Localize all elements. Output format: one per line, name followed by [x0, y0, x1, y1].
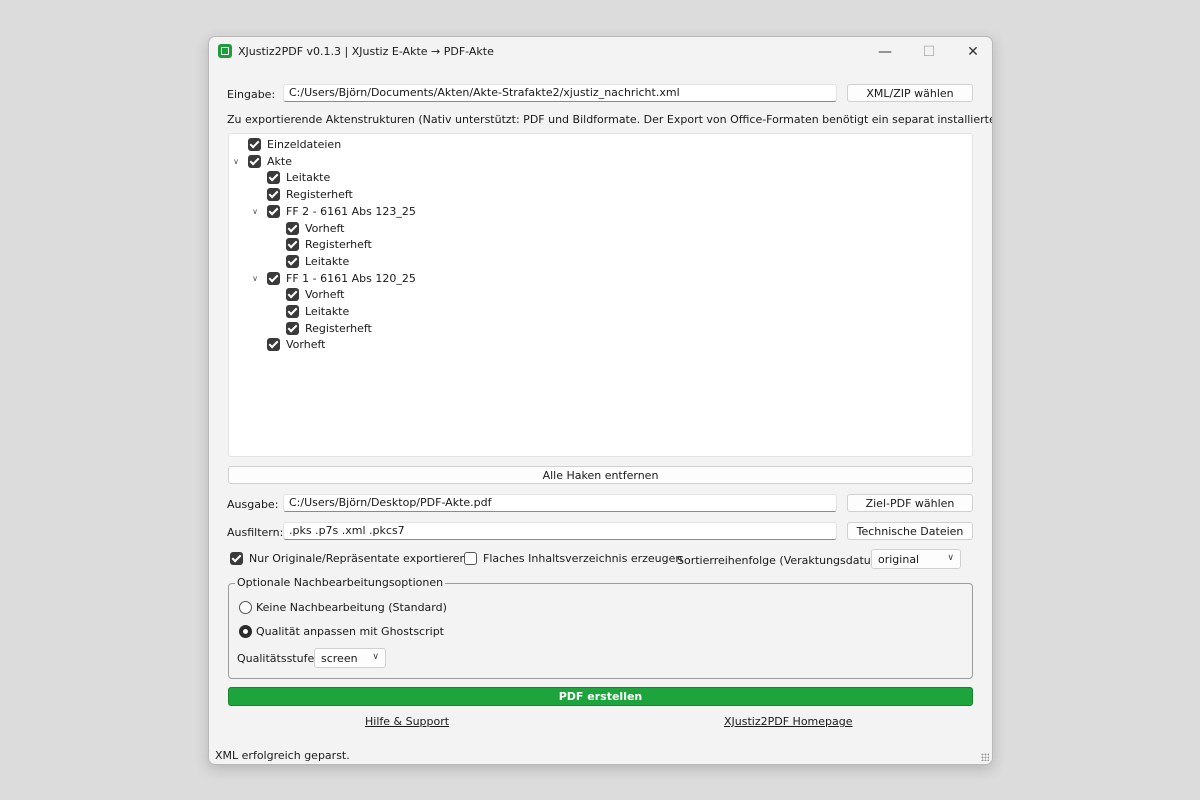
quality-value: screen [321, 651, 358, 665]
chevron-down-icon[interactable]: ∨ [250, 273, 260, 283]
no-postprocess-label: Keine Nachbearbeitung (Standard) [256, 601, 447, 614]
tree-item-checkbox[interactable] [267, 338, 280, 352]
tree-item-label: Einzeldateien [267, 138, 342, 151]
app-icon [218, 44, 232, 58]
no-postprocess-option[interactable]: Keine Nachbearbeitung (Standard) [239, 601, 447, 614]
tree-item-label: Registerheft [305, 321, 372, 335]
chevron-down-icon: ∨ [947, 553, 954, 563]
tree-item[interactable]: ∨ Akte [231, 153, 292, 170]
tree-item-label: FF 1 - 6161 Abs 120_25 [286, 271, 416, 285]
tree-item[interactable]: Leitakte [250, 169, 330, 186]
tree-item-label: Leitakte [286, 171, 331, 185]
output-path-field[interactable]: C:/Users/Björn/Desktop/PDF-Akte.pdf [283, 494, 837, 512]
filter-label: Ausfiltern: [227, 526, 284, 539]
chevron-down-icon[interactable]: ∨ [250, 206, 260, 216]
postprocess-group: Optionale Nachbearbeitungsoptionen Keine… [228, 576, 973, 679]
tree-item-checkbox[interactable] [286, 321, 299, 335]
tree-item-checkbox[interactable] [267, 271, 280, 285]
no-postprocess-radio[interactable] [239, 601, 252, 614]
tree-item-checkbox[interactable] [267, 188, 280, 202]
tree-item-label: Registerheft [286, 188, 353, 202]
homepage-link[interactable]: XJustiz2PDF Homepage [724, 715, 853, 728]
quality-label: Qualitätsstufe: [237, 652, 318, 665]
status-text: XML erfolgreich geparst. [215, 749, 350, 762]
filter-field[interactable]: .pks .p7s .xml .pkcs7 [283, 522, 837, 540]
minimize-button[interactable]: — [863, 37, 907, 67]
create-pdf-button[interactable]: PDF erstellen [228, 687, 973, 706]
tree-item[interactable]: ∨ FF 2 - 6161 Abs 123_25 [250, 203, 416, 220]
tree-item[interactable]: Registerheft [269, 236, 372, 253]
close-button[interactable]: ✕ [951, 37, 992, 67]
tree-item[interactable]: Einzeldateien [231, 136, 341, 153]
sort-order-select[interactable]: original ∨ [871, 549, 961, 569]
tree-item[interactable]: Leitakte [269, 303, 349, 320]
originals-label: Nur Originale/Repräsentate exportieren [249, 552, 467, 565]
tree-item-label: Vorheft [286, 338, 326, 352]
resize-grip-icon[interactable] [981, 753, 989, 761]
app-window: XJustiz2PDF v0.1.3 | XJustiz E-Akte → PD… [208, 36, 993, 765]
quality-select[interactable]: screen ∨ [314, 648, 386, 668]
chevron-down-icon: ∨ [372, 652, 379, 662]
structure-tree[interactable]: Einzeldateien ∨ Akte Leitakte Registerheft ∨ F… [228, 133, 973, 457]
tree-item-checkbox[interactable] [286, 305, 299, 318]
tree-item-checkbox[interactable] [248, 154, 261, 168]
tree-item-label: FF 2 - 6161 Abs 123_25 [286, 204, 416, 218]
tree-item-checkbox[interactable] [267, 204, 280, 218]
flat-toc-option[interactable]: Flaches Inhaltsverzeichnis erzeugen [464, 552, 682, 565]
chevron-down-icon[interactable]: ∨ [231, 156, 241, 166]
tree-item[interactable]: Leitakte [269, 253, 349, 270]
tree-item-label: Akte [267, 154, 292, 168]
choose-target-pdf-button[interactable]: Ziel-PDF wählen [847, 494, 973, 512]
choose-xml-button[interactable]: XML/ZIP wählen [847, 84, 973, 102]
clear-checks-button[interactable]: Alle Haken entfernen [228, 466, 973, 484]
tree-item[interactable]: Vorheft [269, 286, 344, 303]
tree-item-checkbox[interactable] [267, 171, 280, 185]
tree-item-label: Registerheft [305, 238, 372, 252]
sort-order-value: original [878, 552, 920, 566]
tree-item-checkbox[interactable] [286, 254, 299, 268]
flat-toc-checkbox[interactable] [464, 552, 477, 565]
tree-item-checkbox[interactable] [286, 288, 299, 302]
tree-item[interactable]: ∨ FF 1 - 6161 Abs 120_25 [250, 270, 416, 287]
tree-item[interactable]: Registerheft [250, 186, 353, 203]
ghostscript-option[interactable]: Qualität anpassen mit Ghostscript [239, 625, 444, 638]
tree-item[interactable]: Vorheft [250, 336, 325, 353]
sort-label: Sortierreihenfolge (Veraktungsdatum): [677, 554, 890, 567]
help-support-link[interactable]: Hilfe & Support [365, 715, 449, 728]
title-bar[interactable]: XJustiz2PDF v0.1.3 | XJustiz E-Akte → PD… [209, 37, 992, 67]
originals-option[interactable]: Nur Originale/Repräsentate exportieren [230, 552, 466, 565]
technical-files-button[interactable]: Technische Dateien [847, 522, 973, 540]
input-path-field[interactable]: C:/Users/Björn/Documents/Akten/Akte-Stra… [283, 84, 837, 102]
window-title: XJustiz2PDF v0.1.3 | XJustiz E-Akte → PD… [238, 45, 494, 58]
tree-item-checkbox[interactable] [286, 238, 299, 252]
tree-item-checkbox[interactable] [248, 138, 261, 151]
structures-caption: Zu exportierende Aktenstrukturen (Nativ … [227, 113, 993, 126]
postprocess-title: Optionale Nachbearbeitungsoptionen [235, 576, 446, 589]
tree-item-label: Vorheft [305, 221, 345, 235]
tree-item[interactable]: Registerheft [269, 320, 372, 337]
flat-toc-label: Flaches Inhaltsverzeichnis erzeugen [483, 552, 683, 565]
tree-item-label: Vorheft [305, 288, 345, 302]
originals-checkbox[interactable] [230, 552, 243, 565]
input-label: Eingabe: [227, 88, 276, 101]
ghostscript-label: Qualität anpassen mit Ghostscript [256, 625, 444, 638]
maximize-button[interactable]: ☐ [907, 37, 951, 67]
tree-item-label: Leitakte [305, 254, 350, 268]
tree-item-label: Leitakte [305, 305, 350, 318]
tree-item-checkbox[interactable] [286, 221, 299, 235]
output-label: Ausgabe: [227, 498, 279, 511]
ghostscript-radio[interactable] [239, 625, 252, 638]
tree-item[interactable]: Vorheft [269, 220, 344, 237]
